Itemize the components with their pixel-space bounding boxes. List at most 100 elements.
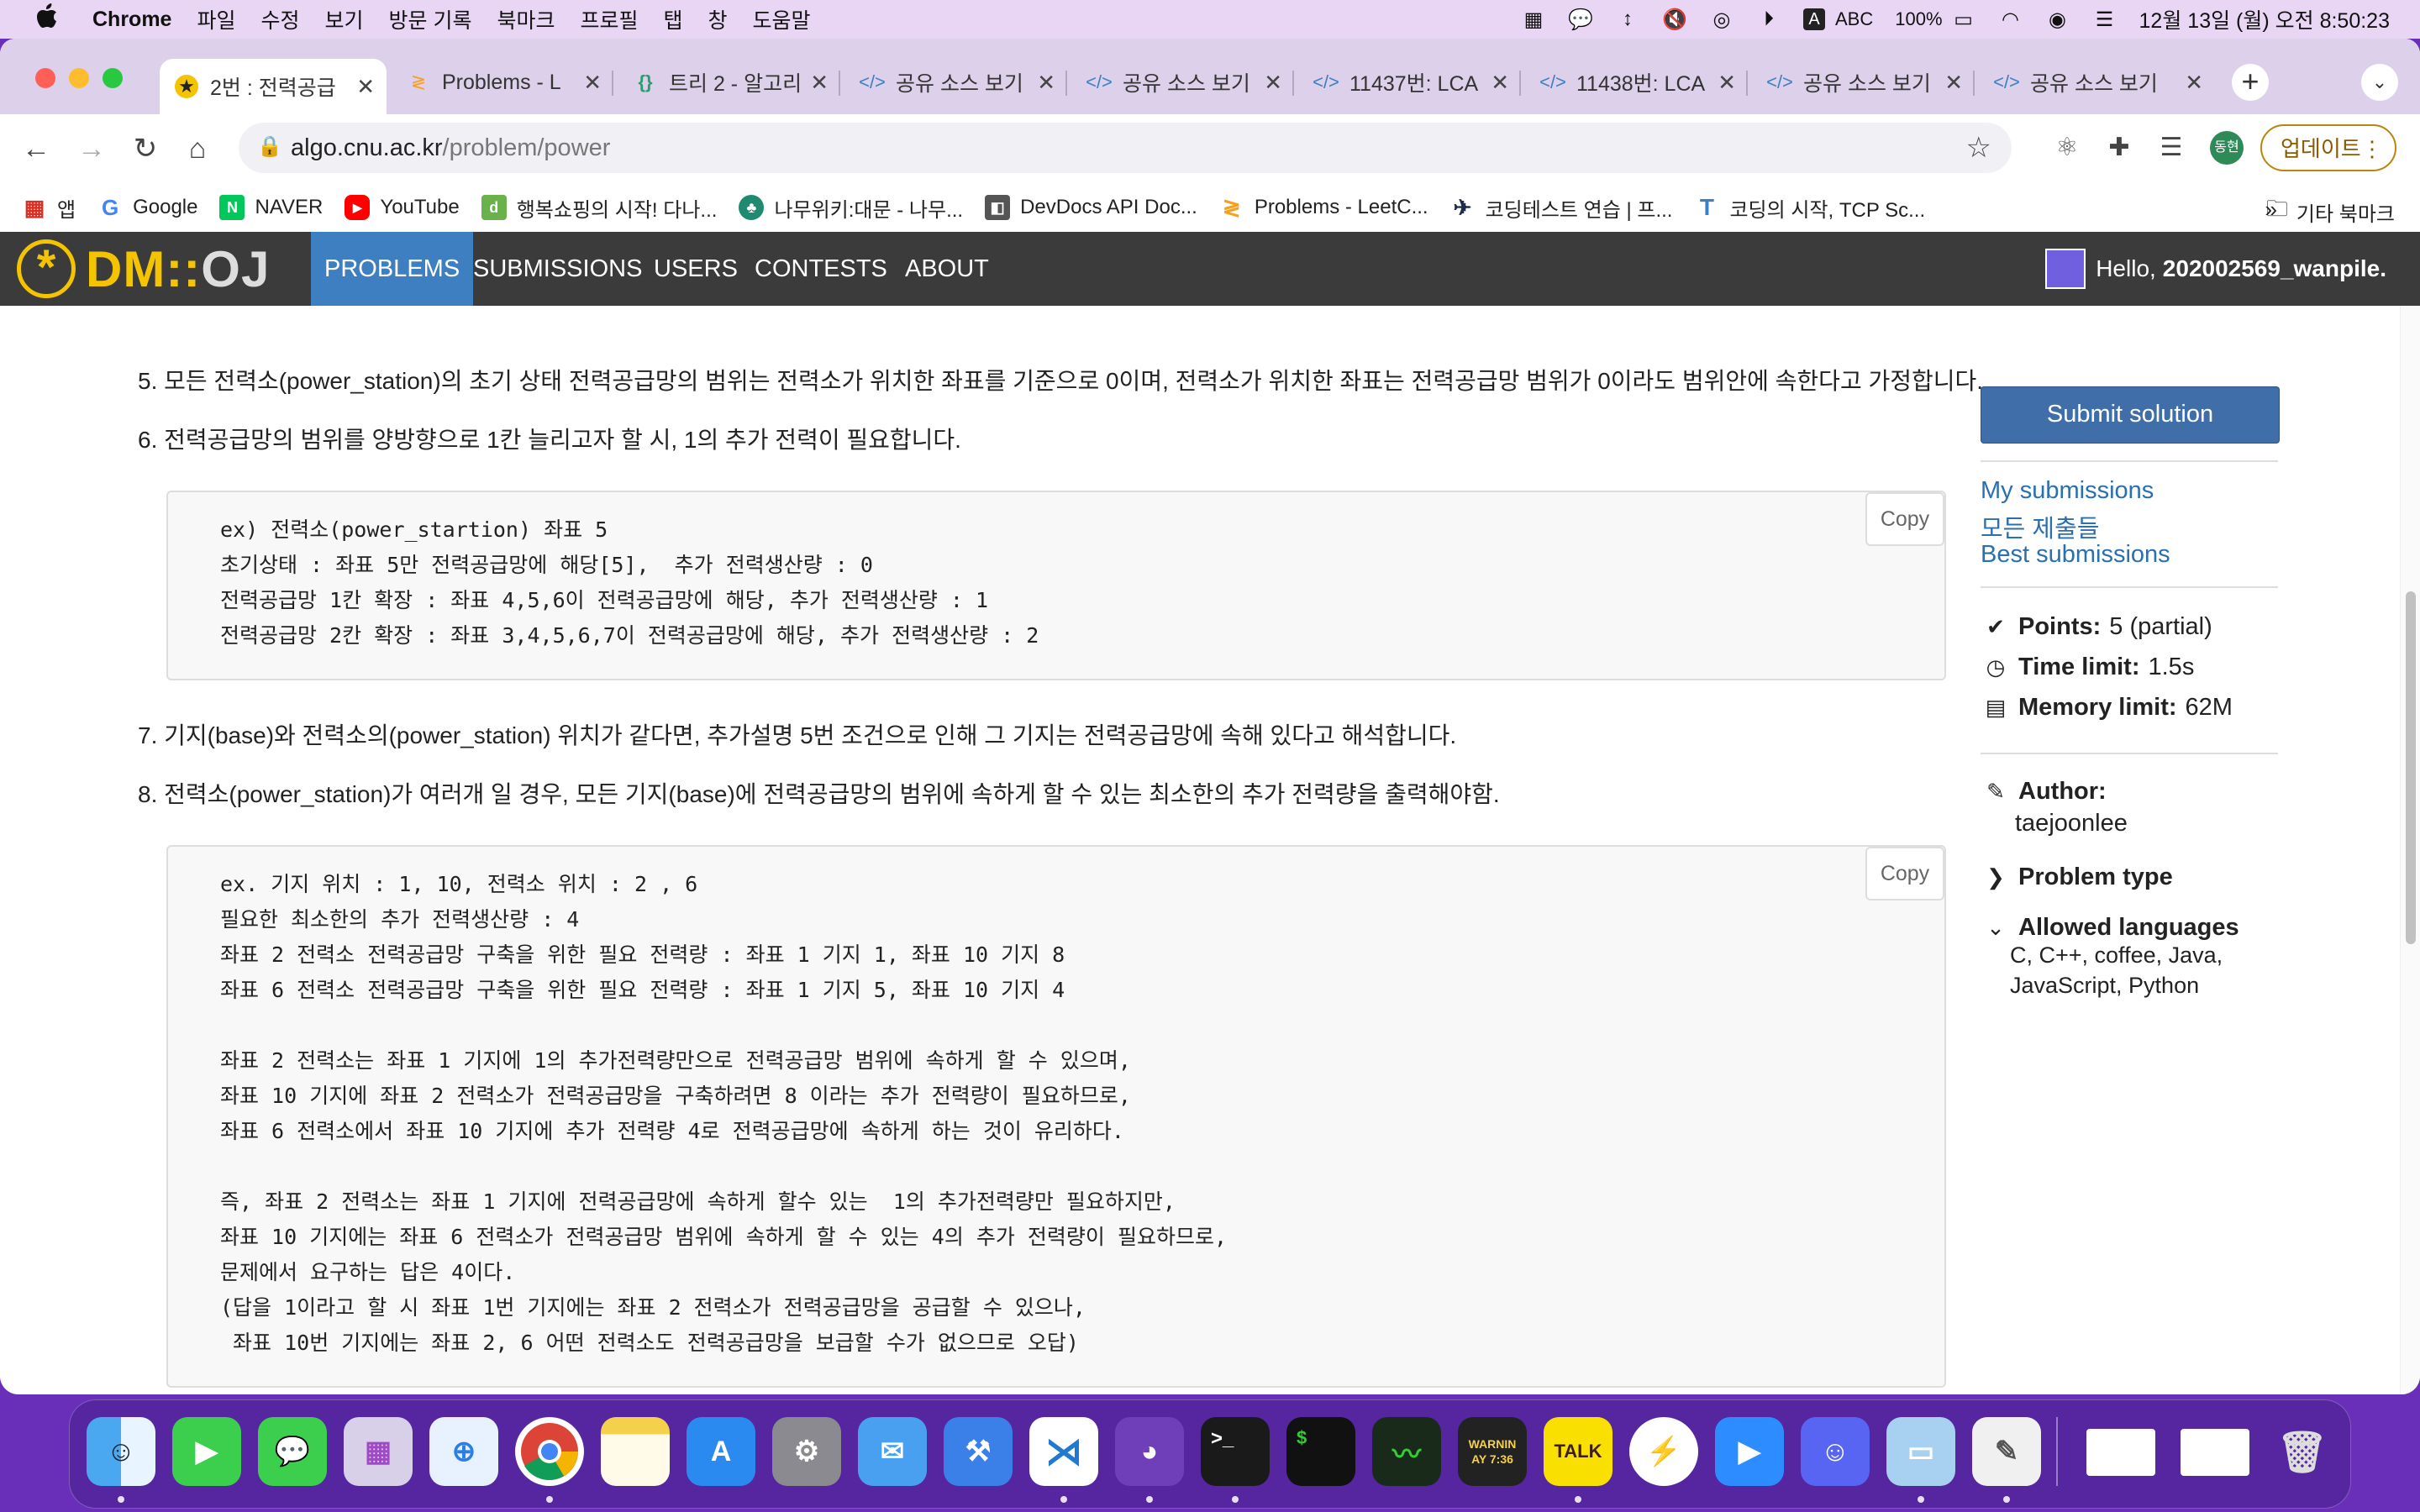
control-center-icon[interactable]: ☰ xyxy=(2092,7,2118,32)
submit-solution-button[interactable]: Submit solution xyxy=(1981,386,2280,444)
nav-submissions[interactable]: SUBMISSIONS xyxy=(460,232,655,306)
bookmark-apps[interactable]: ▦ 앱 xyxy=(22,193,76,223)
all-submissions-link[interactable]: 모든 제출들 xyxy=(1981,509,2099,544)
reading-list-icon[interactable]: ☰ xyxy=(2153,129,2190,166)
menu-bookmarks[interactable]: 북마크 xyxy=(497,4,555,34)
close-tab-icon[interactable]: ✕ xyxy=(583,70,602,96)
new-tab-button[interactable]: + xyxy=(2232,64,2269,101)
tab-search-chevron-icon[interactable]: ⌄ xyxy=(2361,64,2398,101)
facetime-icon[interactable]: ▶ xyxy=(172,1417,241,1486)
bookmark-youtube[interactable]: ▶ YouTube xyxy=(345,195,460,220)
wifi-icon[interactable]: ◠ xyxy=(1998,7,2023,32)
menu-clock[interactable]: 12월 13일 (월) 오전 8:50:23 xyxy=(2139,4,2390,34)
close-tab-icon[interactable]: ✕ xyxy=(810,70,829,96)
tab[interactable]: </> 공유 소스 보기 ✕ xyxy=(1753,59,1975,106)
input-source-icon[interactable]: A xyxy=(1803,8,1825,30)
address-bar[interactable]: 🔒 algo.cnu.ac.kr/problem/power ☆ xyxy=(239,123,2012,173)
minimized-window-thumbnail[interactable] xyxy=(2086,1429,2155,1476)
reload-icon[interactable]: ↻ xyxy=(124,128,166,170)
textedit-icon[interactable]: ✎ xyxy=(1972,1417,2041,1486)
nav-users[interactable]: USERS xyxy=(640,232,751,306)
close-tab-icon[interactable]: ✕ xyxy=(356,74,375,100)
back-arrow-icon[interactable]: ← xyxy=(15,128,57,170)
best-submissions-link[interactable]: Best submissions xyxy=(1981,541,2170,569)
menu-window[interactable]: 창 xyxy=(708,4,728,34)
menu-profile[interactable]: 프로필 xyxy=(580,4,638,34)
bookmark-programmers[interactable]: ✈ 코딩테스트 연습 | 프... xyxy=(1449,193,1672,223)
preview-icon[interactable]: ▭ xyxy=(1886,1417,1955,1486)
vscode-icon[interactable]: ⋊ xyxy=(1029,1417,1098,1486)
minimize-window-button[interactable] xyxy=(69,68,89,88)
page-scrollbar[interactable] xyxy=(2400,306,2420,1394)
lock-icon[interactable]: 🔒 xyxy=(257,134,282,159)
username[interactable]: 202002569_wanpile. xyxy=(2163,255,2386,282)
bookmark-naver[interactable]: N NAVER xyxy=(219,195,323,220)
nav-about[interactable]: ABOUT xyxy=(892,232,1002,306)
menu-view[interactable]: 보기 xyxy=(325,4,364,34)
battery-icon[interactable]: ▭ xyxy=(1951,7,1976,32)
allowed-languages-toggle[interactable]: ⌄ Allowed languages xyxy=(1983,914,2248,942)
forward-arrow-icon[interactable]: → xyxy=(71,128,113,170)
zoom-window-button[interactable] xyxy=(103,68,123,88)
mute-icon[interactable]: 🔇 xyxy=(1662,7,1687,32)
arrows-updown-icon[interactable]: ↕ xyxy=(1615,7,1640,32)
menu-tab[interactable]: 탭 xyxy=(664,4,683,34)
activity-monitor-icon[interactable]: 〰 xyxy=(1372,1417,1441,1486)
menu-history[interactable]: 방문 기록 xyxy=(389,4,472,34)
console-icon[interactable]: WARNIN AY 7:36 xyxy=(1458,1417,1527,1486)
user-greeting[interactable]: Hello, 202002569_wanpile. xyxy=(2045,249,2386,289)
problem-type-toggle[interactable]: ❯ Problem type xyxy=(1983,864,2181,891)
terminal-icon[interactable]: >_ xyxy=(1201,1417,1270,1486)
copy-button[interactable]: Copy xyxy=(1865,847,1944,900)
messenger-icon[interactable]: ⚡ xyxy=(1629,1417,1698,1486)
user-icon[interactable]: ◉ xyxy=(2045,7,2070,32)
tab[interactable]: </> 공유 소스 보기 ✕ xyxy=(1072,59,1294,106)
bookmark-namuwiki[interactable]: ♣ 나무위키:대문 - 나무... xyxy=(739,193,963,223)
bookmark-devdocs[interactable]: ◧ DevDocs API Doc... xyxy=(985,195,1197,220)
bookmark-leetcode[interactable]: ≷ Problems - LeetC... xyxy=(1218,195,1428,220)
update-button[interactable]: 업데이트 ⋮ xyxy=(2260,124,2396,171)
notes-icon[interactable] xyxy=(601,1417,670,1486)
tab[interactable]: {} 트리 2 - 알고리 ✕ xyxy=(618,59,840,106)
bookmark-google[interactable]: G Google xyxy=(97,195,197,220)
scrollbar-thumb[interactable] xyxy=(2406,591,2416,944)
close-tab-icon[interactable]: ✕ xyxy=(1718,70,1736,96)
bookmark-tcpschool[interactable]: T 코딩의 시작, TCP Sc... xyxy=(1694,193,1925,223)
airdrop-icon[interactable]: ◎ xyxy=(1709,7,1734,32)
close-tab-icon[interactable]: ✕ xyxy=(2185,70,2203,96)
chat-bubble-icon[interactable]: 💬 xyxy=(1568,7,1593,32)
play-circle-icon[interactable]: ⏵ xyxy=(1756,7,1781,32)
discord-icon[interactable]: ☺ xyxy=(1801,1417,1870,1486)
tab[interactable]: </> 11437번: LCA ✕ xyxy=(1299,59,1521,106)
url-text[interactable]: algo.cnu.ac.kr/problem/power xyxy=(291,134,610,162)
iterm-icon[interactable]: $ xyxy=(1286,1417,1355,1486)
menu-app-name[interactable]: Chrome xyxy=(92,8,171,32)
bookmark-danawa[interactable]: d 행복쇼핑의 시작! 다나... xyxy=(481,193,717,223)
trash-icon[interactable]: 🗑 xyxy=(2268,1417,2337,1486)
author-name[interactable]: taejoonlee xyxy=(2015,810,2128,837)
react-devtools-icon[interactable]: ⚛ xyxy=(2049,129,2086,166)
tab[interactable]: </> 11438번: LCA ✕ xyxy=(1526,59,1748,106)
profile-avatar[interactable]: 동현 xyxy=(2210,131,2244,165)
layout-icon[interactable]: ▦ xyxy=(1521,7,1546,32)
apple-menu-icon[interactable] xyxy=(32,3,62,35)
tab-active[interactable]: ★ 2번 : 전력공급 ✕ xyxy=(160,59,387,114)
menu-file[interactable]: 파일 xyxy=(197,4,235,34)
menu-edit[interactable]: 수정 xyxy=(260,4,299,34)
close-window-button[interactable] xyxy=(35,68,55,88)
safari-icon[interactable]: ⊕ xyxy=(429,1417,498,1486)
kakaotalk-icon[interactable]: TALK xyxy=(1544,1417,1612,1486)
zoom-icon[interactable]: ▶ xyxy=(1715,1417,1784,1486)
launchpad-icon[interactable]: ▦ xyxy=(344,1417,413,1486)
github-desktop-icon[interactable]: ◕ xyxy=(1115,1417,1184,1486)
home-icon[interactable]: ⌂ xyxy=(176,128,218,170)
close-tab-icon[interactable]: ✕ xyxy=(1944,70,1963,96)
finder-icon[interactable]: ☺ xyxy=(87,1417,155,1486)
messages-icon[interactable]: 💬 xyxy=(258,1417,327,1486)
copy-button[interactable]: Copy xyxy=(1865,492,1944,546)
close-tab-icon[interactable]: ✕ xyxy=(1491,70,1509,96)
my-submissions-link[interactable]: My submissions xyxy=(1981,477,2154,505)
tab[interactable]: ≷ Problems - L ✕ xyxy=(392,59,613,106)
nav-contests[interactable]: CONTESTS xyxy=(741,232,901,306)
input-source-label[interactable]: ABC xyxy=(1835,8,1873,30)
